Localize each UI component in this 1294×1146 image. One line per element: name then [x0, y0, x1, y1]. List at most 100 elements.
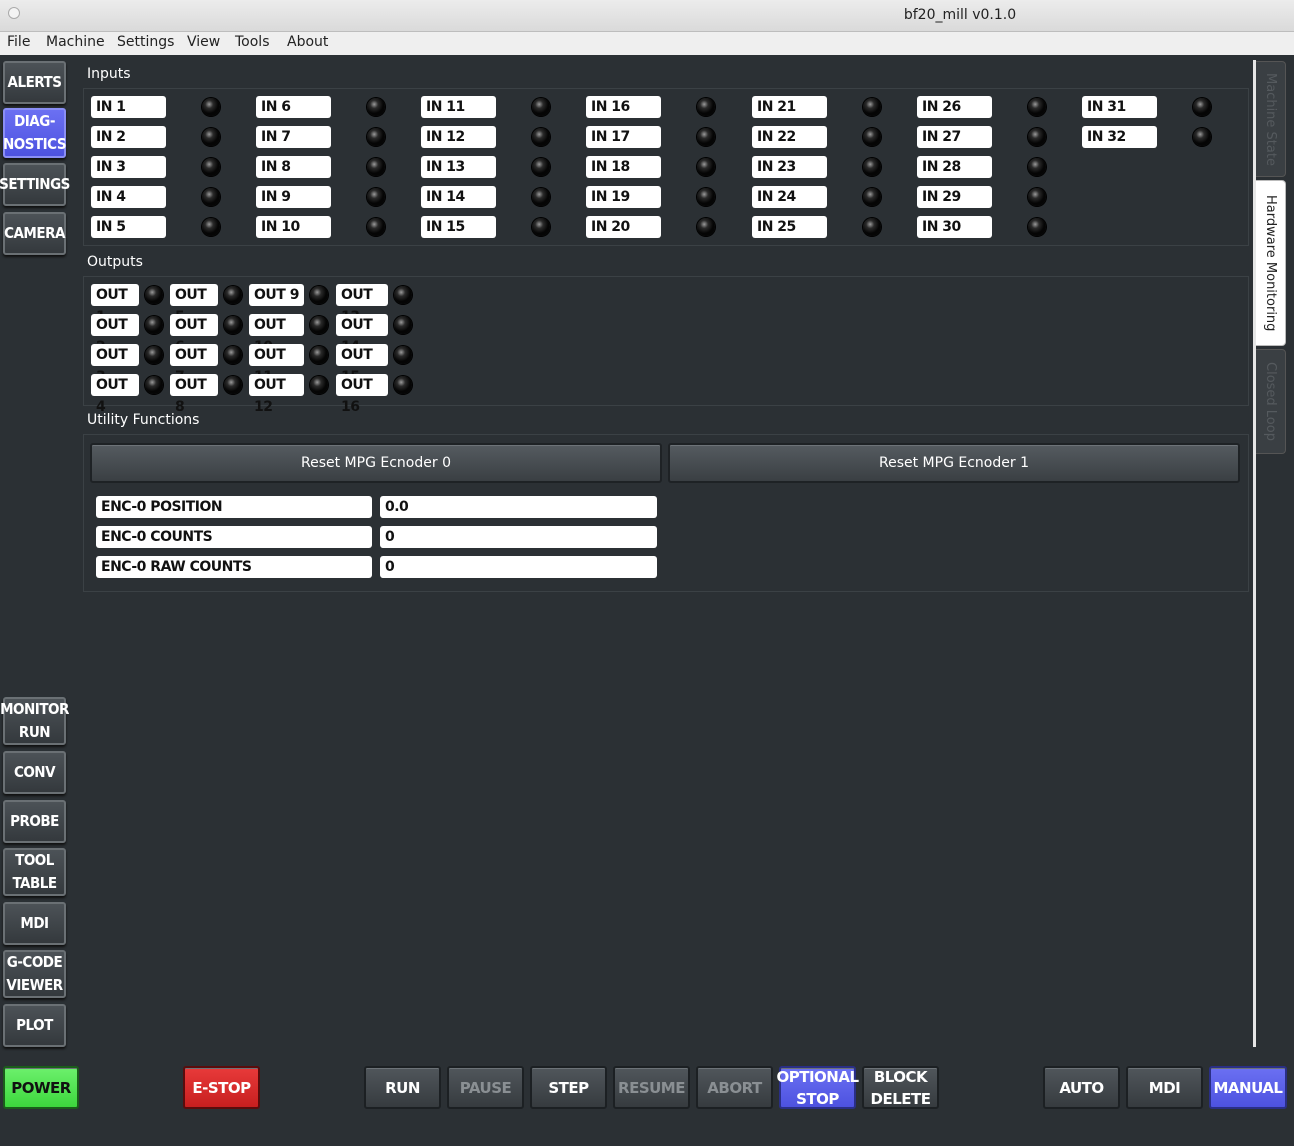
tool-table-button[interactable]: TOOL TABLE: [3, 848, 66, 896]
camera-button[interactable]: CAMERA: [3, 212, 66, 255]
reset-mpg-encoder-1-button[interactable]: Reset MPG Ecnoder 1: [668, 443, 1240, 483]
input-label: IN 27: [917, 126, 992, 148]
input-label: IN 7: [256, 126, 331, 148]
output-label: OUT 13: [336, 284, 388, 325]
output-led-indicator: [394, 346, 412, 364]
diagnostics-button[interactable]: DIAG- NOSTICS: [3, 108, 67, 158]
tab-hardware-monitoring[interactable]: Hardware Monitoring: [1256, 180, 1286, 346]
menu-settings[interactable]: Settings: [117, 34, 174, 50]
output-label: OUT 12: [249, 374, 304, 415]
block-delete-button[interactable]: BLOCK DELETE: [862, 1066, 939, 1109]
input-label: IN 28: [917, 156, 992, 178]
input-led-indicator: [367, 218, 385, 236]
estop-button[interactable]: E-STOP: [183, 1066, 260, 1109]
output-label: OUT 15: [336, 344, 388, 385]
input-led-indicator: [202, 188, 220, 206]
input-led-indicator: [697, 158, 715, 176]
input-label: IN 26: [917, 96, 992, 118]
mdi-side-button[interactable]: MDI: [3, 902, 66, 945]
input-label: IN 9: [256, 186, 331, 208]
pause-button[interactable]: PAUSE: [447, 1066, 524, 1109]
output-label: OUT 10: [249, 314, 304, 355]
output-label: OUT 9: [249, 284, 304, 306]
utility-heading: Utility Functions: [87, 412, 200, 428]
input-led-indicator: [697, 188, 715, 206]
input-led-indicator: [367, 98, 385, 116]
output-label: OUT 14: [336, 314, 388, 355]
probe-button[interactable]: PROBE: [3, 800, 66, 843]
conv-button[interactable]: CONV: [3, 751, 66, 794]
input-led-indicator: [1028, 128, 1046, 146]
input-label: IN 23: [752, 156, 827, 178]
tab-closed-loop[interactable]: Closed Loop: [1256, 349, 1286, 454]
input-led-indicator: [863, 128, 881, 146]
reset-mpg-encoder-0-button[interactable]: Reset MPG Ecnoder 0: [90, 443, 662, 483]
output-led-indicator: [310, 316, 328, 334]
input-led-indicator: [1028, 218, 1046, 236]
settings-button[interactable]: SETTINGS: [0, 163, 70, 206]
power-button[interactable]: POWER: [3, 1066, 79, 1109]
input-led-indicator: [697, 98, 715, 116]
output-led-indicator: [310, 286, 328, 304]
input-led-indicator: [202, 128, 220, 146]
input-label: IN 30: [917, 216, 992, 238]
optional-stop-button[interactable]: OPTIONAL STOP: [776, 1066, 859, 1109]
output-led-indicator: [394, 316, 412, 334]
input-label: IN 1: [91, 96, 166, 118]
tab-hardware-monitoring-label: Hardware Monitoring: [1263, 194, 1278, 332]
output-label: OUT 4: [91, 374, 139, 415]
input-led-indicator: [532, 158, 550, 176]
menu-machine[interactable]: Machine: [46, 34, 105, 50]
auto-mode-button[interactable]: AUTO: [1043, 1066, 1120, 1109]
output-label: OUT 1: [91, 284, 139, 325]
input-led-indicator: [367, 128, 385, 146]
monitor-run-button[interactable]: MONITOR RUN: [0, 697, 69, 745]
input-led-indicator: [532, 98, 550, 116]
input-led-indicator: [367, 188, 385, 206]
input-led-indicator: [863, 188, 881, 206]
menu-file[interactable]: File: [7, 34, 30, 50]
step-button[interactable]: STEP: [530, 1066, 607, 1109]
output-led-indicator: [145, 346, 163, 364]
manual-mode-button[interactable]: MANUAL: [1209, 1066, 1287, 1109]
outputs-heading: Outputs: [87, 254, 143, 270]
input-led-indicator: [1193, 128, 1211, 146]
tab-machine-state[interactable]: Machine State: [1256, 61, 1286, 177]
abort-button[interactable]: ABORT: [696, 1066, 773, 1109]
inputs-heading: Inputs: [87, 66, 131, 82]
input-label: IN 8: [256, 156, 331, 178]
output-label: OUT 6: [170, 314, 218, 355]
input-led-indicator: [863, 218, 881, 236]
output-label: OUT 7: [170, 344, 218, 385]
input-label: IN 31: [1082, 96, 1157, 118]
title-bar: bf20_mill v0.1.0: [0, 0, 1294, 32]
menu-about[interactable]: About: [287, 34, 328, 50]
mdi-mode-button[interactable]: MDI: [1126, 1066, 1203, 1109]
input-label: IN 6: [256, 96, 331, 118]
output-label: OUT 16: [336, 374, 388, 415]
window-title: bf20_mill v0.1.0: [903, 7, 1017, 23]
input-label: IN 11: [421, 96, 496, 118]
input-led-indicator: [532, 218, 550, 236]
alerts-button[interactable]: ALERTS: [3, 61, 66, 104]
input-label: IN 4: [91, 186, 166, 208]
input-label: IN 32: [1082, 126, 1157, 148]
input-label: IN 24: [752, 186, 827, 208]
input-label: IN 2: [91, 126, 166, 148]
output-led-indicator: [145, 316, 163, 334]
plot-button[interactable]: PLOT: [3, 1004, 66, 1047]
input-label: IN 5: [91, 216, 166, 238]
resume-button[interactable]: RESUME: [613, 1066, 690, 1109]
output-led-indicator: [394, 376, 412, 394]
menu-view[interactable]: View: [187, 34, 220, 50]
input-label: IN 14: [421, 186, 496, 208]
menu-bar: File Machine Settings View Tools About: [0, 32, 1294, 55]
enc0-counts-value: 0: [380, 526, 657, 548]
gcode-viewer-button[interactable]: G-CODE VIEWER: [3, 950, 66, 998]
input-led-indicator: [532, 188, 550, 206]
output-label: OUT 8: [170, 374, 218, 415]
menu-tools[interactable]: Tools: [235, 34, 270, 50]
input-led-indicator: [697, 218, 715, 236]
run-button[interactable]: RUN: [364, 1066, 441, 1109]
input-led-indicator: [697, 128, 715, 146]
